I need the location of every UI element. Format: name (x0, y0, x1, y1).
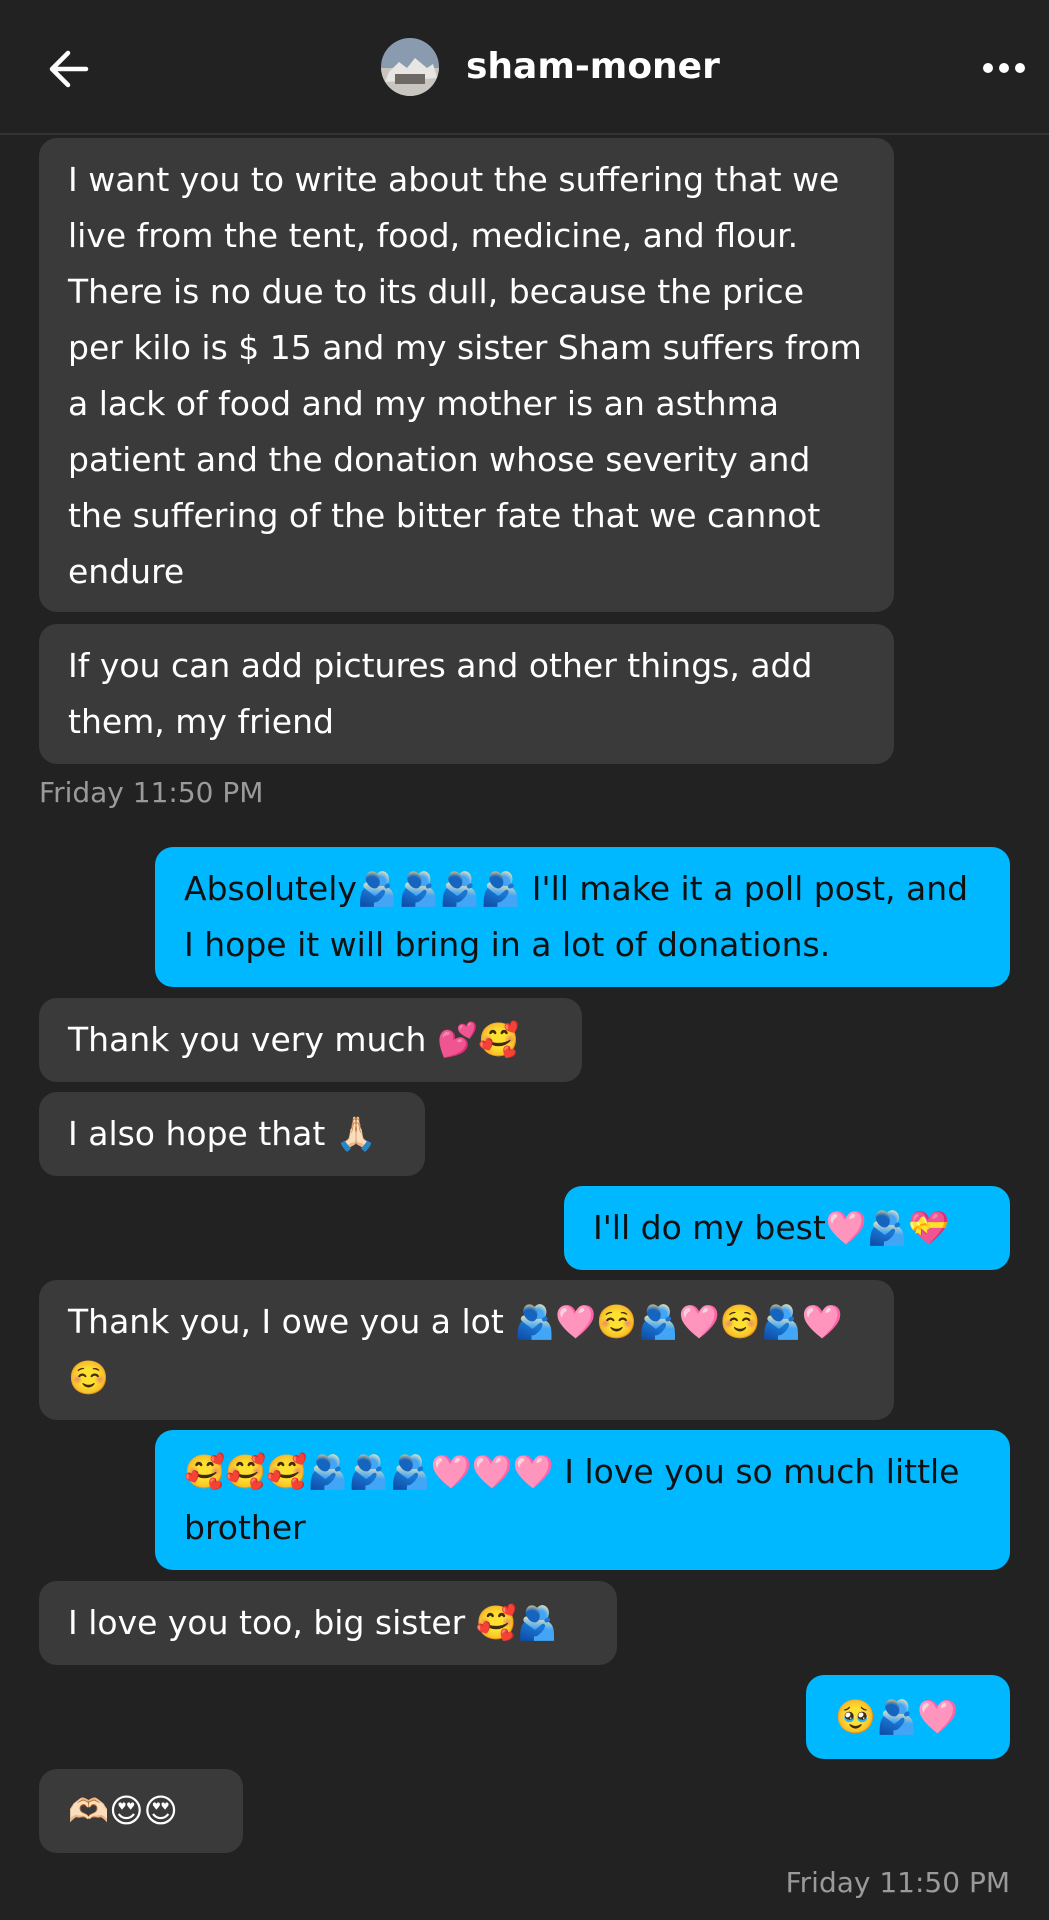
message-bubble-incoming[interactable]: I love you too, big sister 🥰🫂 (39, 1581, 617, 1665)
conversation-header: sham-moner (0, 0, 1049, 135)
arrow-left-icon (49, 50, 89, 88)
message-bubble-incoming[interactable]: If you can add pictures and other things… (39, 624, 894, 764)
more-options-button[interactable] (976, 48, 1032, 88)
message-bubble-incoming[interactable]: I want you to write about the suffering … (39, 138, 894, 612)
avatar[interactable] (381, 38, 439, 96)
message-bubble-outgoing[interactable]: Absolutely🫂🫂🫂🫂 I'll make it a poll post,… (155, 847, 1010, 987)
message-bubble-incoming[interactable]: I also hope that 🙏🏻 (39, 1092, 425, 1176)
message-bubble-incoming[interactable]: Thank you very much 💕🥰 (39, 998, 582, 1082)
message-timestamp: Friday 11:50 PM (39, 776, 264, 809)
avatar-image (381, 38, 439, 96)
message-bubble-incoming[interactable]: 🫶🏻😍😍 (39, 1769, 243, 1853)
more-horizontal-icon (983, 63, 1025, 73)
message-bubble-outgoing[interactable]: I'll do my best🩷🫂💝 (564, 1186, 1010, 1270)
message-bubble-incoming[interactable]: Thank you, I owe you a lot 🫂🩷☺️🫂🩷☺️🫂🩷☺️ (39, 1280, 894, 1420)
conversation-title[interactable]: sham-moner (466, 42, 720, 92)
message-bubble-outgoing[interactable]: 🥹🫂🩷 (806, 1675, 1010, 1759)
message-timestamp: Friday 11:50 PM (785, 1866, 1010, 1899)
back-button[interactable] (36, 40, 100, 98)
message-bubble-outgoing[interactable]: 🥰🥰🥰🫂🫂🫂🩷🩷🩷 I love you so much little brot… (155, 1430, 1010, 1570)
